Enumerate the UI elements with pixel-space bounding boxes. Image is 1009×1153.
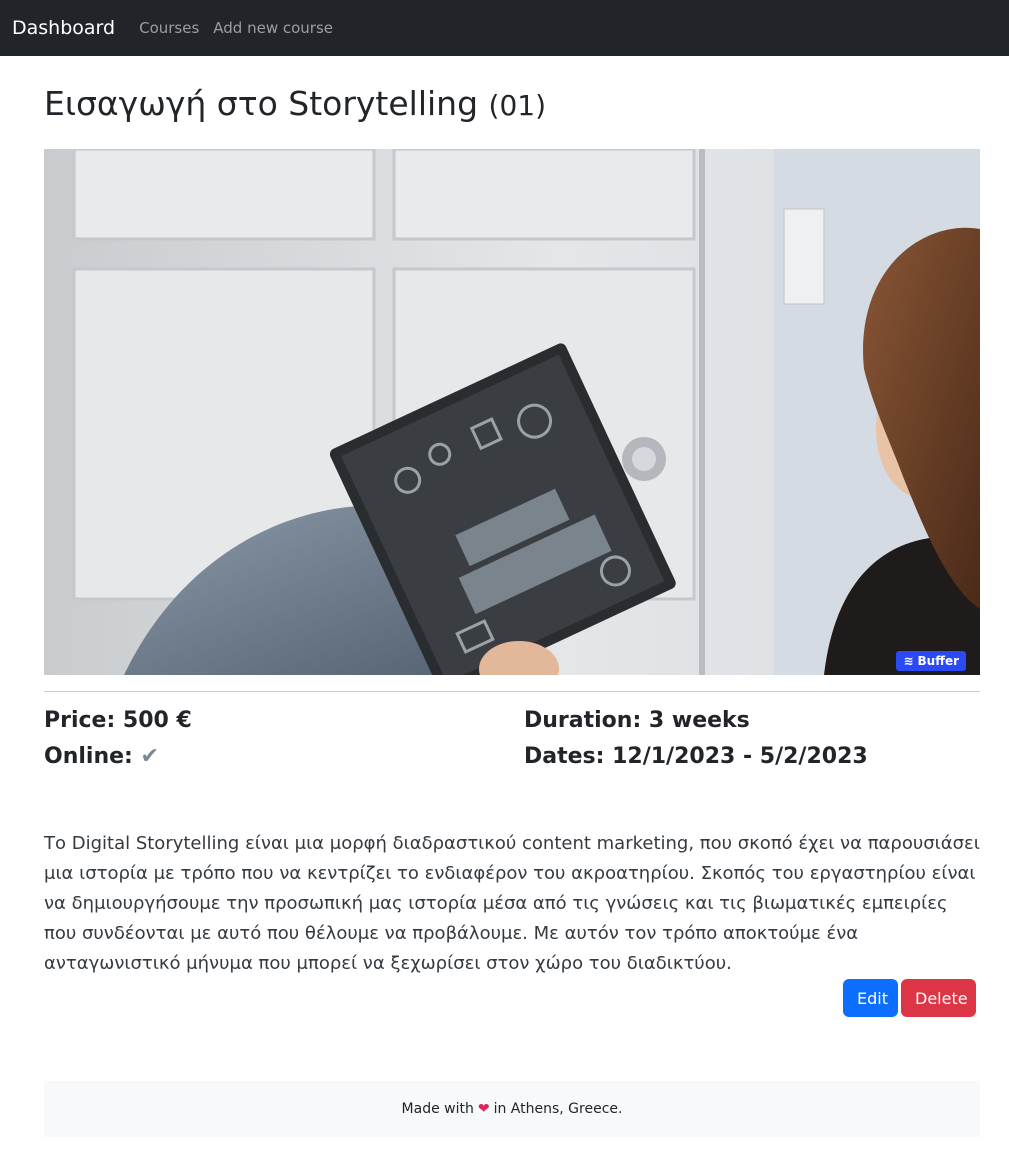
- top-navbar: Dashboard Courses Add new course: [0, 0, 1009, 56]
- check-icon: ✔: [140, 744, 159, 769]
- buffer-label: Buffer: [917, 654, 959, 668]
- course-photo: [44, 149, 980, 675]
- heart-icon: ❤: [477, 1101, 490, 1117]
- brand-link[interactable]: Dashboard: [12, 17, 115, 39]
- nav-link-add-course[interactable]: Add new course: [213, 19, 333, 37]
- nav-link-courses[interactable]: Courses: [139, 19, 199, 37]
- buffer-badge[interactable]: ≋ Buffer: [896, 651, 966, 671]
- course-title: Εισαγωγή στο Storytelling: [44, 84, 479, 123]
- footer-prefix: Made with: [401, 1101, 474, 1117]
- divider: [44, 691, 980, 692]
- price-info: Price: 500 €: [44, 708, 192, 733]
- online-info: Online: ✔: [44, 744, 159, 769]
- course-code: (01): [488, 89, 547, 122]
- course-description: Το Digital Storytelling είναι μια μορφή …: [44, 833, 980, 974]
- duration-info: Duration: 3 weeks: [524, 708, 750, 733]
- edit-button[interactable]: Edit: [843, 979, 898, 1017]
- footer-suffix: in Athens, Greece.: [493, 1101, 623, 1117]
- online-label: Online:: [44, 744, 133, 769]
- page-title: Εισαγωγή στο Storytelling (01): [44, 84, 546, 123]
- buffer-icon: ≋: [903, 654, 914, 668]
- footer: Made with ❤ in Athens, Greece.: [44, 1081, 980, 1137]
- dates-info: Dates: 12/1/2023 - 5/2/2023: [524, 744, 868, 769]
- course-image: ≋ Buffer: [44, 149, 980, 675]
- delete-button[interactable]: Delete: [901, 979, 976, 1017]
